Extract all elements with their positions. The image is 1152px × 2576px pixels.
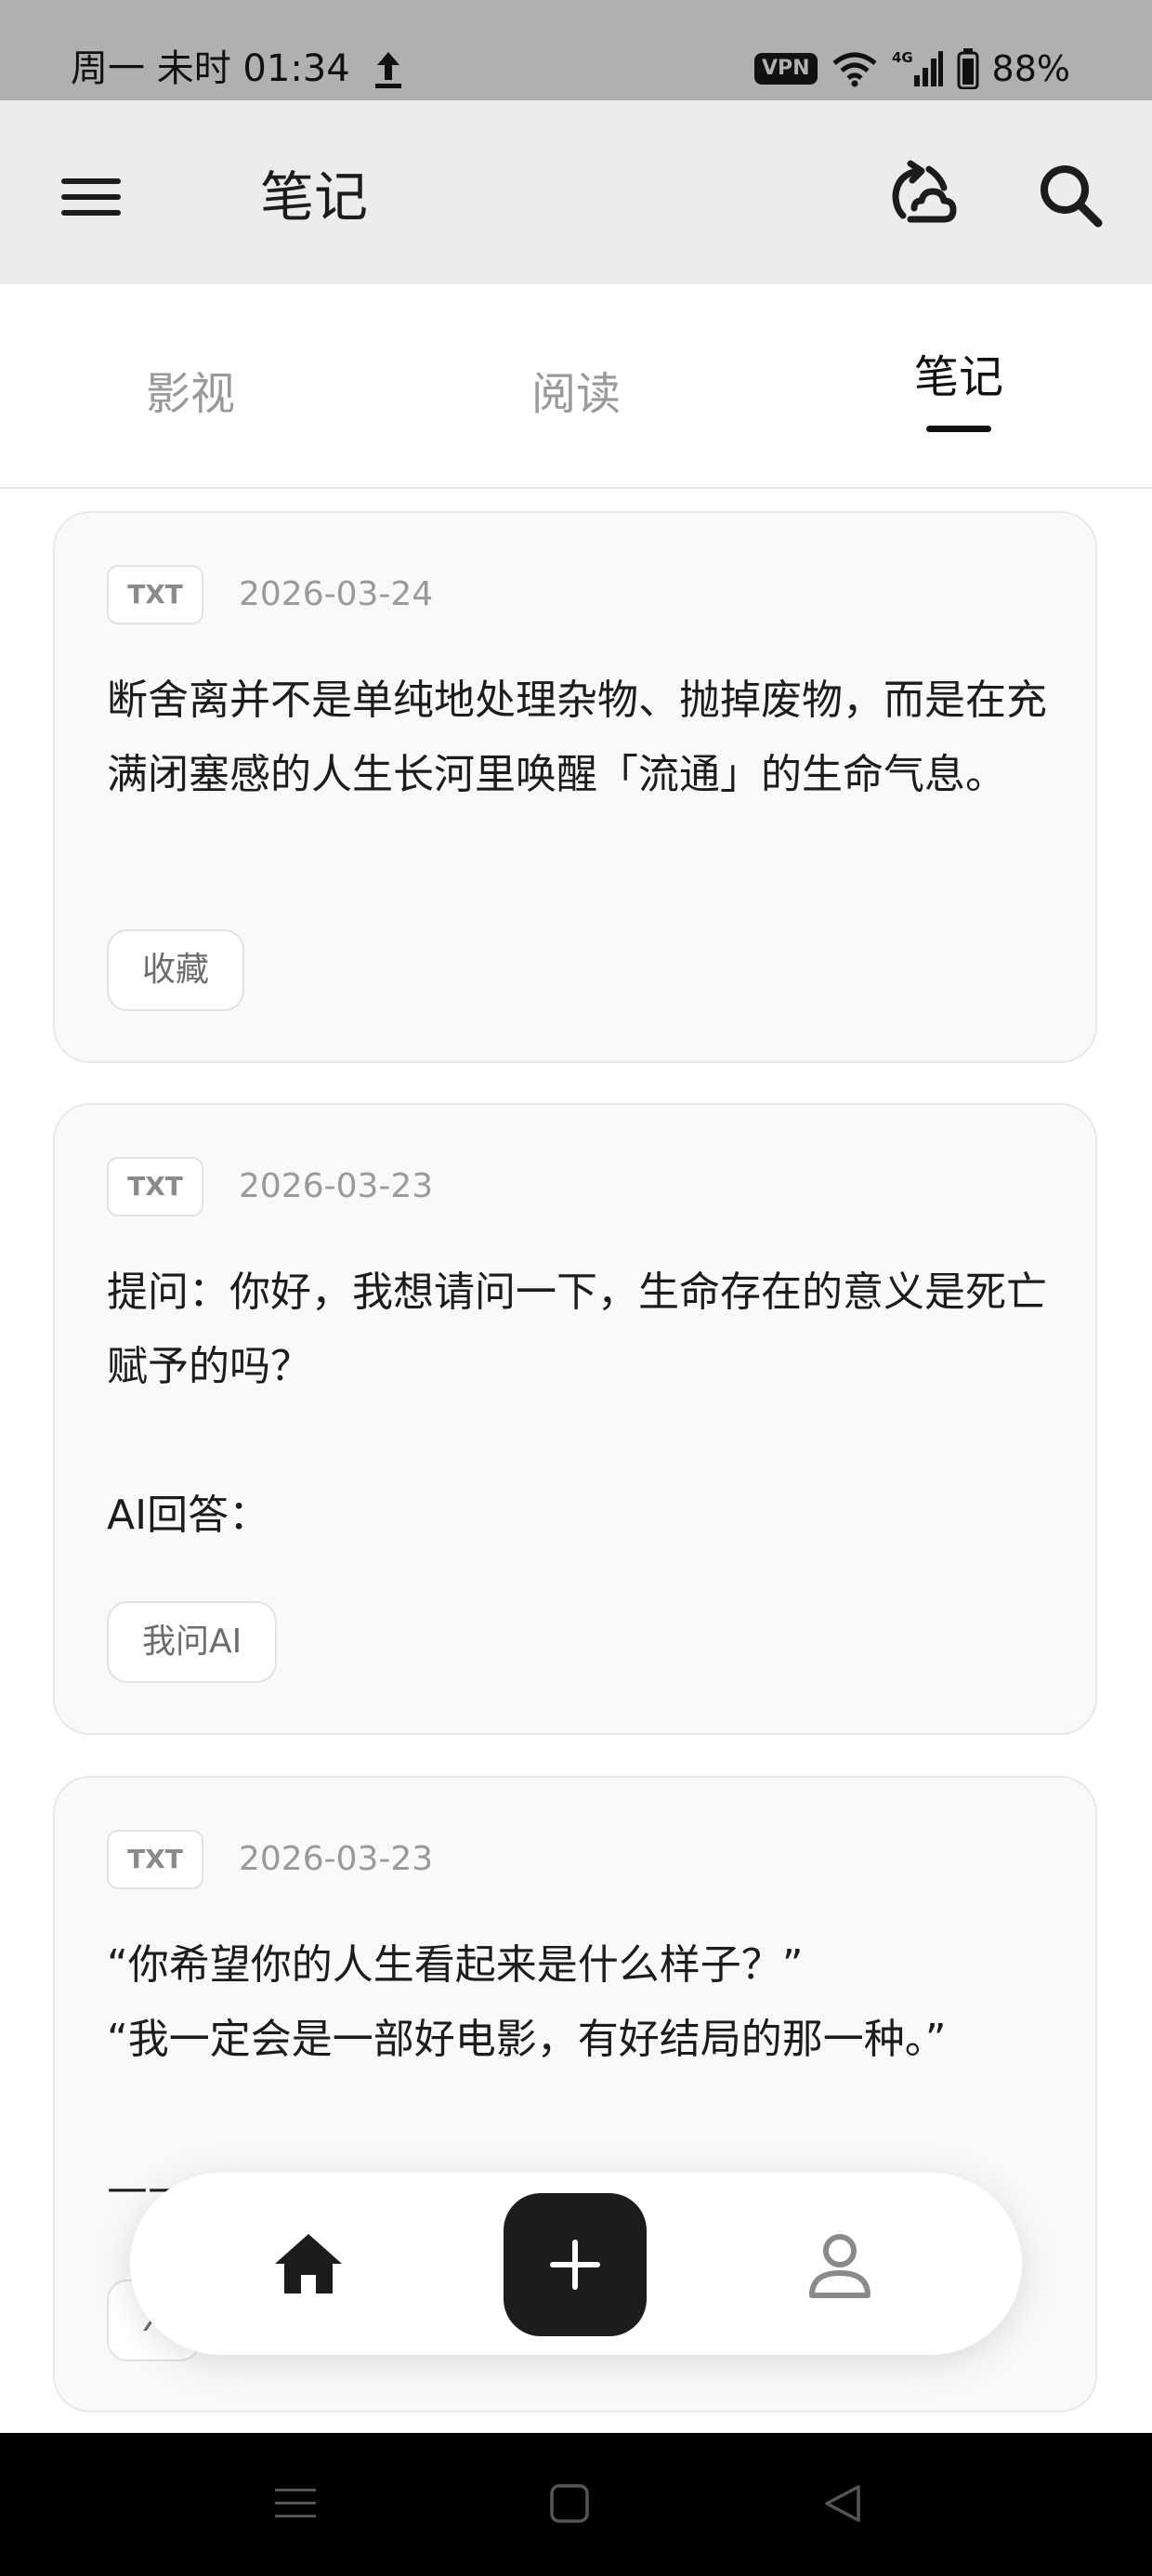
tab-notes[interactable]: 笔记 [819,284,1098,487]
system-home-button[interactable] [543,2477,596,2530]
system-recents-button[interactable] [269,2477,321,2530]
person-icon [809,2234,871,2298]
active-tab-indicator [926,426,991,432]
battery-percent: 88% [991,48,1070,89]
vpn-badge: VPN [753,53,818,85]
system-nav-bar [0,2433,1152,2576]
nav-profile-button[interactable] [799,2223,881,2305]
note-tag[interactable]: 我问AI [107,1601,278,1683]
nav-home-button[interactable] [268,2223,349,2305]
wifi-icon [831,50,879,87]
tab-reading[interactable]: 阅读 [437,284,715,487]
home-square-icon [550,2484,589,2523]
cellular-signal-icon: 4G [892,49,944,88]
sync-icon [892,160,957,223]
tab-movies[interactable]: 影视 [51,284,330,487]
hamburger-menu-icon [61,178,121,216]
recents-icon [275,2489,316,2517]
search-button[interactable] [1031,156,1109,234]
note-date: 2026-03-23 [239,1167,434,1205]
note-type-badge: TXT [107,1157,203,1216]
note-card[interactable]: TXT 2026-03-24 断舍离并不是单纯地处理杂物、抛掉废物，而是在充满闭… [53,511,1097,1063]
note-type-badge: TXT [107,1830,203,1889]
battery-icon [957,48,979,89]
status-bar: 周一 未时 01:34 VPN 4G 88% [0,0,1152,100]
tab-label: 阅读 [530,368,621,420]
status-indicators: VPN 4G 88% [753,46,1070,91]
note-text: 提问：你好，我想请问一下，生命存在的意义是死亡赋予的吗？ AI回答： [107,1268,1047,1539]
system-back-button[interactable] [818,2477,870,2530]
tab-label: 笔记 [913,351,1003,403]
app-bar: 笔记 [0,100,1152,284]
tab-label: 影视 [145,368,235,420]
home-icon [275,2234,342,2293]
page-title: 笔记 [260,165,369,229]
back-triangle-icon [825,2485,860,2522]
sync-button[interactable] [883,156,961,234]
search-icon [1041,165,1103,228]
note-type-badge: TXT [107,565,203,624]
note-date: 2026-03-24 [239,575,434,613]
upload-icon [372,46,405,91]
note-tag[interactable]: 收藏 [107,929,245,1011]
status-time: 周一 未时 01:34 [71,47,350,90]
add-note-button[interactable] [504,2193,647,2336]
note-text: 断舍离并不是单纯地处理杂物、抛掉废物，而是在充满闭塞感的人生长河里唤醒「流通」的… [107,677,1047,798]
menu-button[interactable] [52,158,130,236]
bottom-nav [130,2173,1022,2355]
tab-bar: 影视 阅读 笔记 [0,284,1152,489]
network-type: 4G [892,49,913,66]
note-date: 2026-03-23 [239,1840,434,1878]
note-card[interactable]: TXT 2026-03-23 提问：你好，我想请问一下，生命存在的意义是死亡赋予… [53,1103,1097,1735]
plus-icon [550,2240,600,2290]
